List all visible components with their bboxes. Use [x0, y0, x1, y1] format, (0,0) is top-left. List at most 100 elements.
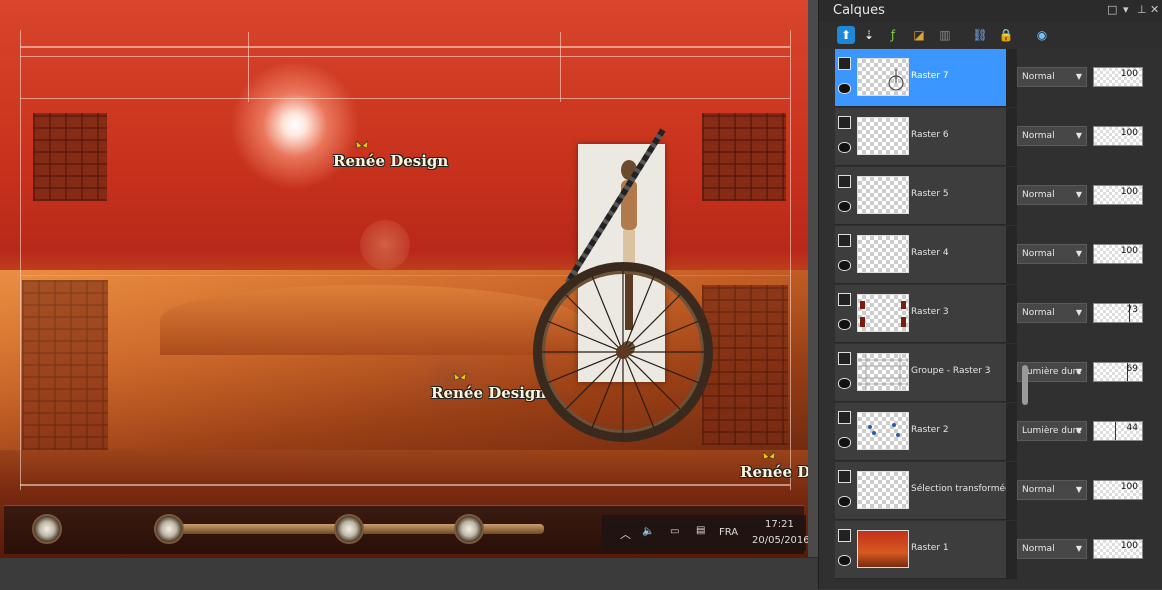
butterfly-icon	[453, 373, 467, 381]
opacity-field[interactable]: 44	[1093, 421, 1143, 441]
link-icon[interactable]: ⛓	[971, 26, 989, 44]
eye-icon[interactable]	[838, 496, 851, 507]
layer-row-main[interactable]: Raster 6	[835, 108, 1006, 166]
layer-styles-icon[interactable]: ◉	[1033, 26, 1051, 44]
blend-mode-value: Normal	[1022, 544, 1055, 554]
clock-time[interactable]: 17:21	[765, 519, 794, 530]
lock-icon[interactable]: 🔒	[997, 26, 1015, 44]
layer-name[interactable]: Raster 4	[911, 248, 949, 258]
chevron-down-icon: ▼	[1075, 131, 1082, 140]
palette-header: Calques □ ▾ ⊥ ✕	[819, 0, 1162, 22]
layer-row-main[interactable]: Raster 1	[835, 521, 1006, 579]
canvas-scrollbar[interactable]	[808, 0, 818, 557]
layer-toggle-icons	[838, 529, 854, 573]
layer-row-main[interactable]: Raster 2	[835, 403, 1006, 461]
blend-mode-select[interactable]: Lumière dure ▼	[1017, 421, 1087, 441]
layer-thumbnail	[857, 235, 909, 273]
blend-mode-select[interactable]: Normal ▼	[1017, 539, 1087, 559]
eye-icon[interactable]	[838, 201, 851, 212]
opacity-field[interactable]: 100	[1093, 539, 1143, 559]
new-raster-layer-icon[interactable]: ⬆	[837, 26, 855, 44]
layer-row-main[interactable]: Groupe - Raster 3	[835, 344, 1006, 402]
opacity-field[interactable]: 100	[1093, 185, 1143, 205]
layer-row-main[interactable]: Raster 5	[835, 167, 1006, 225]
blend-mode-select[interactable]: Normal ▼	[1017, 303, 1087, 323]
blend-mode-value: Normal	[1022, 485, 1055, 495]
layer-name[interactable]: Raster 3	[911, 307, 949, 317]
layer-thumbnail	[857, 530, 909, 568]
language-indicator[interactable]: FRA	[719, 527, 738, 538]
layer-row[interactable]: Raster 6 Normal ▼ 100	[835, 108, 1162, 166]
layer-name[interactable]: Raster 5	[911, 189, 949, 199]
layer-name[interactable]: Raster 2	[911, 425, 949, 435]
layer-row-main[interactable]: Raster 4	[835, 226, 1006, 284]
wheel-spokes	[542, 271, 704, 433]
layer-row[interactable]: Raster 2 Lumière dure ▼ 44	[835, 403, 1162, 461]
speaker-icon[interactable]: 🔈	[642, 526, 654, 537]
blend-mode-select[interactable]: Normal ▼	[1017, 67, 1087, 87]
pin-icon[interactable]: ⊥	[1137, 3, 1147, 16]
close-icon[interactable]: ✕	[1150, 3, 1159, 16]
layer-row[interactable]: Sélection transformée Normal ▼ 100	[835, 462, 1162, 520]
opacity-field[interactable]: 100	[1093, 126, 1143, 146]
blend-mode-select[interactable]: Normal ▼	[1017, 480, 1087, 500]
layer-row[interactable]: Raster 7 Normal ▼ 100	[835, 49, 1162, 107]
new-vector-layer-icon[interactable]: ⇣	[860, 26, 878, 44]
eye-icon[interactable]	[838, 378, 851, 389]
new-mask-layer-icon[interactable]: ◪	[910, 26, 928, 44]
chevron-down-icon: ▼	[1075, 367, 1082, 376]
opacity-field[interactable]: 69	[1093, 362, 1143, 382]
blend-mode-select[interactable]: Normal ▼	[1017, 185, 1087, 205]
chevron-down-icon: ▼	[1075, 485, 1082, 494]
menu-dropdown-icon[interactable]: ▾	[1123, 3, 1129, 16]
eye-icon[interactable]	[838, 142, 851, 153]
blend-mode-select[interactable]: Normal ▼	[1017, 126, 1087, 146]
new-art-media-layer-icon[interactable]: ƒ	[884, 26, 902, 44]
eye-icon[interactable]	[838, 555, 851, 566]
layer-row[interactable]: Groupe - Raster 3 Lumière dure ▼ 69	[835, 344, 1162, 402]
duplicate-layer-icon[interactable]: ▥	[936, 26, 954, 44]
layer-row[interactable]: Raster 3 Normal ▼ 73	[835, 285, 1162, 343]
eye-icon[interactable]	[838, 83, 851, 94]
column-divider	[1006, 462, 1017, 520]
layer-row[interactable]: Raster 1 Normal ▼ 100	[835, 521, 1162, 579]
layer-row-main[interactable]: Raster 7	[835, 49, 1006, 107]
layer-name[interactable]: Raster 7	[911, 71, 949, 81]
layer-toggle-icons	[838, 57, 854, 101]
blend-mode-select[interactable]: Normal ▼	[1017, 244, 1087, 264]
eye-icon[interactable]	[838, 437, 851, 448]
layer-row-main[interactable]: Raster 3	[835, 285, 1006, 343]
eye-icon[interactable]	[838, 260, 851, 271]
layer-toggle-icons	[838, 411, 854, 455]
blend-mode-value: Normal	[1022, 308, 1055, 318]
layer-row[interactable]: Raster 5 Normal ▼ 100	[835, 167, 1162, 225]
opacity-field[interactable]: 100	[1093, 480, 1143, 500]
layer-name[interactable]: Groupe - Raster 3	[911, 366, 991, 376]
layer-type-icon	[838, 234, 851, 247]
brick-tile	[22, 280, 108, 450]
blend-mode-value: Normal	[1022, 190, 1055, 200]
layer-row[interactable]: Raster 4 Normal ▼ 100	[835, 226, 1162, 284]
opacity-field[interactable]: 100	[1093, 244, 1143, 264]
column-divider	[1006, 108, 1017, 166]
watermark-text: Renée Design	[431, 373, 546, 402]
layer-list-scrollbar[interactable]	[1022, 365, 1028, 405]
eye-icon[interactable]	[838, 319, 851, 330]
clock-date[interactable]: 20/05/2016	[752, 535, 808, 546]
layer-name[interactable]: Sélection transformée	[911, 484, 1011, 494]
notification-icon[interactable]: ▤	[696, 525, 705, 536]
layer-toggle-icons	[838, 175, 854, 219]
layer-name[interactable]: Raster 1	[911, 543, 949, 553]
opacity-field[interactable]: 100	[1093, 67, 1143, 87]
artwork-canvas[interactable]: Renée Design Renée Design Renée Design	[0, 0, 808, 557]
chevron-up-icon[interactable]: ︿	[620, 526, 631, 542]
opacity-slider-mark	[1115, 422, 1116, 440]
maximize-icon[interactable]: □	[1107, 3, 1117, 16]
layer-row-main[interactable]: Sélection transformée	[835, 462, 1011, 520]
layer-name[interactable]: Raster 6	[911, 130, 949, 140]
steampunk-taskbar: ︿ 🔈 ▭ ▤ FRA 17:21 20/05/2016	[4, 505, 808, 554]
canvas-area[interactable]: Renée Design Renée Design Renée Design	[0, 0, 818, 590]
wheel-thumbnail-icon	[888, 69, 904, 91]
network-icon[interactable]: ▭	[670, 526, 679, 537]
opacity-field[interactable]: 73	[1093, 303, 1143, 323]
